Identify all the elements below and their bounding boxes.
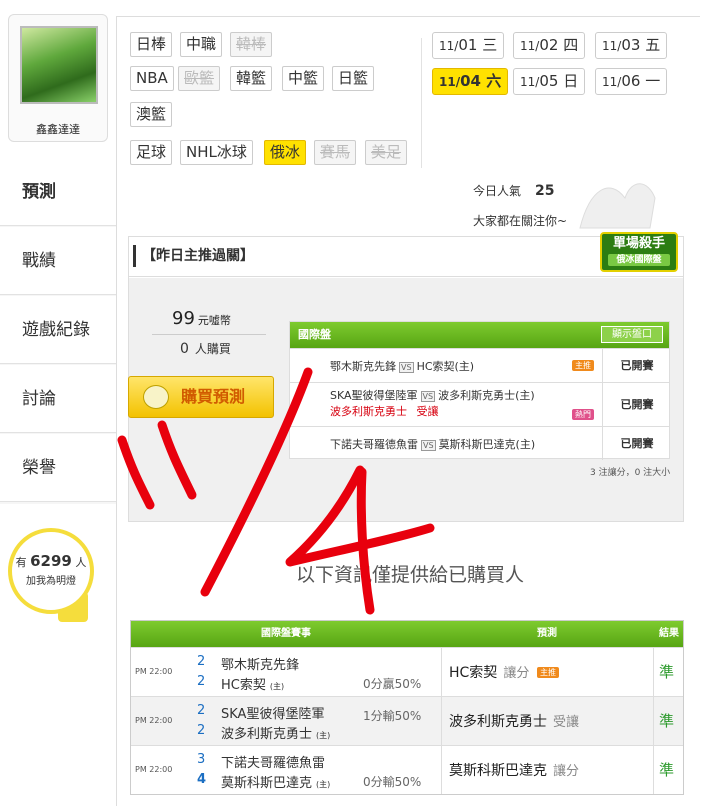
handwritten-annotation [117,367,435,615]
